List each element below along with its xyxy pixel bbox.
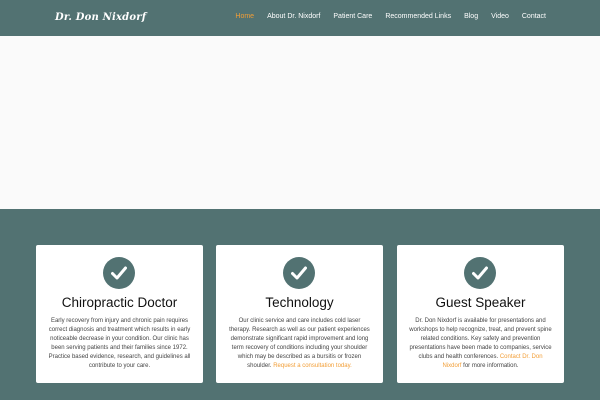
checkmark-icon [283,257,315,289]
card-text: Our clinic service and care includes col… [229,318,370,369]
card-title: Technology [265,295,334,310]
service-card-guest-speaker: Guest Speaker Dr. Don Nixdorf is availab… [397,245,564,383]
hero-area [0,36,600,209]
nav-blog[interactable]: Blog [464,13,478,20]
card-text: Dr. Don Nixdorf is available for present… [409,318,552,369]
nav-contact[interactable]: Contact [522,13,546,20]
nav-patient-care[interactable]: Patient Care [333,13,372,20]
nav-home[interactable]: Home [235,13,254,20]
card-text: Early recovery from injury and chronic p… [48,318,191,369]
site-logo[interactable]: Dr. Don Nixdorf [55,12,146,23]
main-nav: Home About Dr. Nixdorf Patient Care Reco… [235,13,546,20]
nav-recommended-links[interactable]: Recommended Links [385,13,451,20]
nav-about[interactable]: About Dr. Nixdorf [267,13,320,20]
checkmark-icon [464,257,496,289]
service-card-technology: Technology Our clinic service and care i… [216,245,383,383]
services-section: Chiropractic Doctor Early recovery from … [0,209,600,400]
nav-video[interactable]: Video [491,13,509,20]
site-header: Dr. Don Nixdorf Home About Dr. Nixdorf P… [0,0,600,36]
consultation-link[interactable]: Request a consultation today. [273,363,352,369]
card-title: Chiropractic Doctor [61,295,178,310]
card-title: Guest Speaker [435,295,526,310]
checkmark-icon [103,257,135,289]
service-card-chiropractic: Chiropractic Doctor Early recovery from … [36,245,203,383]
